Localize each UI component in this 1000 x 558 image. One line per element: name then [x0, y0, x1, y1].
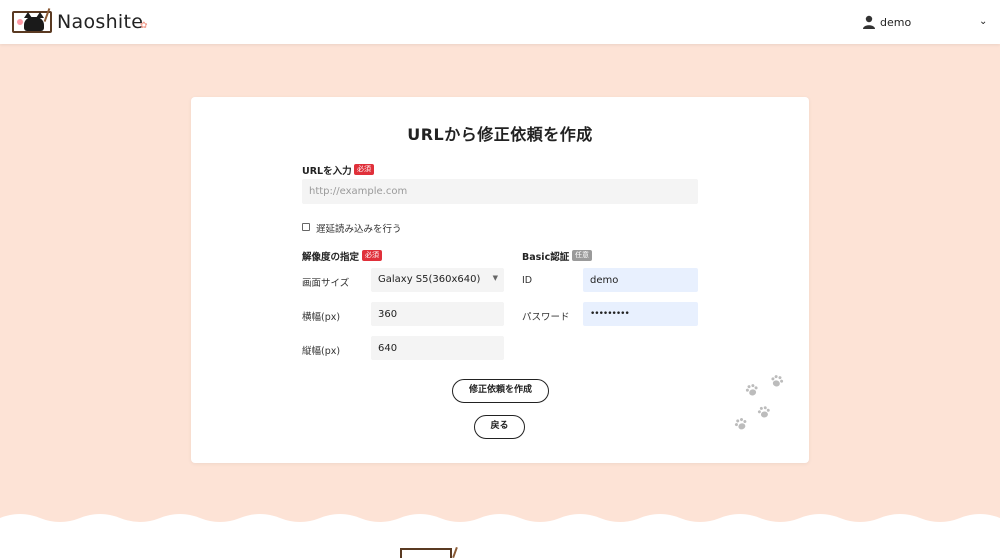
basic-auth-optional-badge: 任意 — [572, 250, 592, 261]
height-input[interactable] — [371, 336, 504, 360]
screen-size-select[interactable]: Galaxy S5(360x640) ▼ — [371, 268, 504, 292]
password-label: パスワード — [522, 312, 570, 323]
logo-cat-icon — [24, 12, 44, 31]
user-menu-name[interactable]: demo — [880, 16, 911, 29]
lazy-load-checkbox[interactable] — [302, 223, 310, 231]
paw-print-icon — [734, 418, 747, 430]
brand-name[interactable]: Naoshite — [57, 11, 143, 33]
brand-paw-icon: ✿ — [140, 21, 148, 31]
footer-logo-icon[interactable] — [400, 548, 452, 558]
user-icon[interactable] — [862, 15, 876, 29]
back-button[interactable]: 戻る — [474, 415, 525, 439]
basic-auth-label: Basic認証 — [522, 252, 570, 263]
url-input[interactable] — [302, 179, 698, 204]
id-input[interactable] — [583, 268, 698, 292]
height-label: 縦幅(px) — [302, 346, 341, 357]
request-form-card: URLから修正依頼を作成 URLを入力 必須 遅延読み込みを行う 解像度の指定 … — [191, 97, 809, 463]
page-title: URLから修正依頼を作成 — [407, 125, 593, 144]
footer-wave — [0, 514, 1000, 558]
logo-heart-icon — [17, 19, 23, 25]
width-input[interactable] — [371, 302, 504, 326]
screen-size-value: Galaxy S5(360x640) — [378, 274, 481, 285]
width-label: 横幅(px) — [302, 312, 341, 323]
select-caret-icon: ▼ — [492, 274, 498, 282]
resolution-required-badge: 必須 — [362, 250, 382, 261]
url-label: URLを入力 — [302, 166, 352, 177]
url-required-badge: 必須 — [354, 164, 374, 175]
lazy-load-label[interactable]: 遅延読み込みを行う — [316, 221, 402, 235]
create-request-button[interactable]: 修正依頼を作成 — [452, 379, 549, 403]
chevron-down-icon[interactable]: ⌄ — [979, 16, 987, 27]
screen-size-label: 画面サイズ — [302, 278, 350, 289]
paw-print-icon — [757, 406, 770, 418]
paw-print-icon — [745, 384, 758, 396]
header: Naoshite ✿ demo ⌄ — [0, 0, 1000, 44]
id-label: ID — [522, 275, 533, 286]
resolution-label: 解像度の指定 — [302, 252, 360, 263]
paw-print-icon — [771, 375, 784, 387]
password-input[interactable]: ••••••••• — [583, 302, 698, 326]
